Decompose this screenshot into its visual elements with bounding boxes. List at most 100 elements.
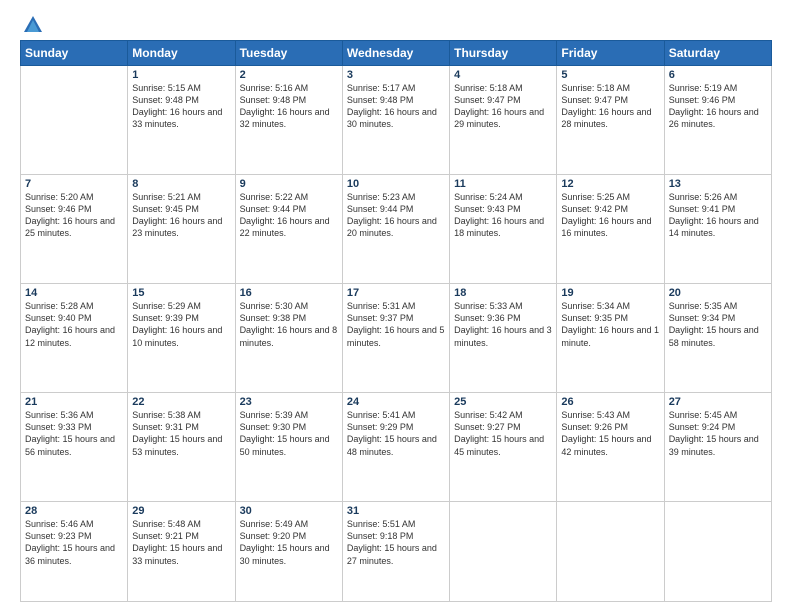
table-row: 27Sunrise: 5:45 AMSunset: 9:24 PMDayligh… xyxy=(664,393,771,502)
day-number: 14 xyxy=(25,287,123,299)
day-info: Sunrise: 5:41 AMSunset: 9:29 PMDaylight:… xyxy=(347,409,445,458)
day-number: 24 xyxy=(347,396,445,408)
day-info: Sunrise: 5:46 AMSunset: 9:23 PMDaylight:… xyxy=(25,518,123,567)
day-info: Sunrise: 5:24 AMSunset: 9:43 PMDaylight:… xyxy=(454,191,552,240)
day-number: 19 xyxy=(561,287,659,299)
logo-icon xyxy=(22,14,44,36)
day-number: 5 xyxy=(561,69,659,81)
day-info: Sunrise: 5:15 AMSunset: 9:48 PMDaylight:… xyxy=(132,82,230,131)
day-info: Sunrise: 5:38 AMSunset: 9:31 PMDaylight:… xyxy=(132,409,230,458)
day-number: 26 xyxy=(561,396,659,408)
day-number: 4 xyxy=(454,69,552,81)
day-number: 2 xyxy=(240,69,338,81)
table-row: 4Sunrise: 5:18 AMSunset: 9:47 PMDaylight… xyxy=(450,66,557,175)
table-row: 25Sunrise: 5:42 AMSunset: 9:27 PMDayligh… xyxy=(450,393,557,502)
table-row xyxy=(664,502,771,602)
day-info: Sunrise: 5:21 AMSunset: 9:45 PMDaylight:… xyxy=(132,191,230,240)
table-row: 9Sunrise: 5:22 AMSunset: 9:44 PMDaylight… xyxy=(235,175,342,284)
day-number: 18 xyxy=(454,287,552,299)
day-info: Sunrise: 5:43 AMSunset: 9:26 PMDaylight:… xyxy=(561,409,659,458)
day-number: 21 xyxy=(25,396,123,408)
table-row: 29Sunrise: 5:48 AMSunset: 9:21 PMDayligh… xyxy=(128,502,235,602)
calendar-week-row: 28Sunrise: 5:46 AMSunset: 9:23 PMDayligh… xyxy=(21,502,772,602)
table-row: 6Sunrise: 5:19 AMSunset: 9:46 PMDaylight… xyxy=(664,66,771,175)
day-number: 22 xyxy=(132,396,230,408)
table-row: 22Sunrise: 5:38 AMSunset: 9:31 PMDayligh… xyxy=(128,393,235,502)
col-saturday: Saturday xyxy=(664,41,771,66)
table-row xyxy=(450,502,557,602)
table-row: 11Sunrise: 5:24 AMSunset: 9:43 PMDayligh… xyxy=(450,175,557,284)
table-row: 14Sunrise: 5:28 AMSunset: 9:40 PMDayligh… xyxy=(21,284,128,393)
table-row: 18Sunrise: 5:33 AMSunset: 9:36 PMDayligh… xyxy=(450,284,557,393)
header xyxy=(20,16,772,32)
day-number: 28 xyxy=(25,505,123,517)
col-monday: Monday xyxy=(128,41,235,66)
day-info: Sunrise: 5:26 AMSunset: 9:41 PMDaylight:… xyxy=(669,191,767,240)
day-info: Sunrise: 5:23 AMSunset: 9:44 PMDaylight:… xyxy=(347,191,445,240)
day-number: 11 xyxy=(454,178,552,190)
col-tuesday: Tuesday xyxy=(235,41,342,66)
calendar-week-row: 14Sunrise: 5:28 AMSunset: 9:40 PMDayligh… xyxy=(21,284,772,393)
table-row: 13Sunrise: 5:26 AMSunset: 9:41 PMDayligh… xyxy=(664,175,771,284)
day-info: Sunrise: 5:33 AMSunset: 9:36 PMDaylight:… xyxy=(454,300,552,349)
day-info: Sunrise: 5:19 AMSunset: 9:46 PMDaylight:… xyxy=(669,82,767,131)
day-number: 30 xyxy=(240,505,338,517)
day-info: Sunrise: 5:17 AMSunset: 9:48 PMDaylight:… xyxy=(347,82,445,131)
table-row: 24Sunrise: 5:41 AMSunset: 9:29 PMDayligh… xyxy=(342,393,449,502)
table-row: 23Sunrise: 5:39 AMSunset: 9:30 PMDayligh… xyxy=(235,393,342,502)
day-info: Sunrise: 5:18 AMSunset: 9:47 PMDaylight:… xyxy=(561,82,659,131)
table-row: 12Sunrise: 5:25 AMSunset: 9:42 PMDayligh… xyxy=(557,175,664,284)
table-row: 16Sunrise: 5:30 AMSunset: 9:38 PMDayligh… xyxy=(235,284,342,393)
table-row: 7Sunrise: 5:20 AMSunset: 9:46 PMDaylight… xyxy=(21,175,128,284)
day-number: 27 xyxy=(669,396,767,408)
table-row: 26Sunrise: 5:43 AMSunset: 9:26 PMDayligh… xyxy=(557,393,664,502)
calendar-table: Sunday Monday Tuesday Wednesday Thursday… xyxy=(20,40,772,602)
table-row: 21Sunrise: 5:36 AMSunset: 9:33 PMDayligh… xyxy=(21,393,128,502)
day-info: Sunrise: 5:29 AMSunset: 9:39 PMDaylight:… xyxy=(132,300,230,349)
day-info: Sunrise: 5:20 AMSunset: 9:46 PMDaylight:… xyxy=(25,191,123,240)
table-row: 20Sunrise: 5:35 AMSunset: 9:34 PMDayligh… xyxy=(664,284,771,393)
day-number: 10 xyxy=(347,178,445,190)
day-info: Sunrise: 5:28 AMSunset: 9:40 PMDaylight:… xyxy=(25,300,123,349)
day-info: Sunrise: 5:39 AMSunset: 9:30 PMDaylight:… xyxy=(240,409,338,458)
day-number: 31 xyxy=(347,505,445,517)
day-number: 15 xyxy=(132,287,230,299)
table-row: 1Sunrise: 5:15 AMSunset: 9:48 PMDaylight… xyxy=(128,66,235,175)
calendar-week-row: 1Sunrise: 5:15 AMSunset: 9:48 PMDaylight… xyxy=(21,66,772,175)
day-number: 23 xyxy=(240,396,338,408)
day-info: Sunrise: 5:42 AMSunset: 9:27 PMDaylight:… xyxy=(454,409,552,458)
col-thursday: Thursday xyxy=(450,41,557,66)
table-row: 2Sunrise: 5:16 AMSunset: 9:48 PMDaylight… xyxy=(235,66,342,175)
day-info: Sunrise: 5:48 AMSunset: 9:21 PMDaylight:… xyxy=(132,518,230,567)
day-number: 3 xyxy=(347,69,445,81)
day-info: Sunrise: 5:30 AMSunset: 9:38 PMDaylight:… xyxy=(240,300,338,349)
logo xyxy=(20,16,44,32)
page: Sunday Monday Tuesday Wednesday Thursday… xyxy=(0,0,792,612)
table-row xyxy=(557,502,664,602)
table-row: 10Sunrise: 5:23 AMSunset: 9:44 PMDayligh… xyxy=(342,175,449,284)
table-row xyxy=(21,66,128,175)
day-info: Sunrise: 5:25 AMSunset: 9:42 PMDaylight:… xyxy=(561,191,659,240)
day-info: Sunrise: 5:45 AMSunset: 9:24 PMDaylight:… xyxy=(669,409,767,458)
table-row: 19Sunrise: 5:34 AMSunset: 9:35 PMDayligh… xyxy=(557,284,664,393)
table-row: 17Sunrise: 5:31 AMSunset: 9:37 PMDayligh… xyxy=(342,284,449,393)
table-row: 15Sunrise: 5:29 AMSunset: 9:39 PMDayligh… xyxy=(128,284,235,393)
col-friday: Friday xyxy=(557,41,664,66)
day-info: Sunrise: 5:36 AMSunset: 9:33 PMDaylight:… xyxy=(25,409,123,458)
table-row: 5Sunrise: 5:18 AMSunset: 9:47 PMDaylight… xyxy=(557,66,664,175)
day-number: 16 xyxy=(240,287,338,299)
table-row: 28Sunrise: 5:46 AMSunset: 9:23 PMDayligh… xyxy=(21,502,128,602)
calendar-week-row: 7Sunrise: 5:20 AMSunset: 9:46 PMDaylight… xyxy=(21,175,772,284)
day-number: 9 xyxy=(240,178,338,190)
day-number: 25 xyxy=(454,396,552,408)
day-number: 13 xyxy=(669,178,767,190)
day-number: 12 xyxy=(561,178,659,190)
calendar-header-row: Sunday Monday Tuesday Wednesday Thursday… xyxy=(21,41,772,66)
day-info: Sunrise: 5:51 AMSunset: 9:18 PMDaylight:… xyxy=(347,518,445,567)
table-row: 30Sunrise: 5:49 AMSunset: 9:20 PMDayligh… xyxy=(235,502,342,602)
day-info: Sunrise: 5:22 AMSunset: 9:44 PMDaylight:… xyxy=(240,191,338,240)
day-number: 1 xyxy=(132,69,230,81)
day-number: 20 xyxy=(669,287,767,299)
calendar-week-row: 21Sunrise: 5:36 AMSunset: 9:33 PMDayligh… xyxy=(21,393,772,502)
day-number: 6 xyxy=(669,69,767,81)
